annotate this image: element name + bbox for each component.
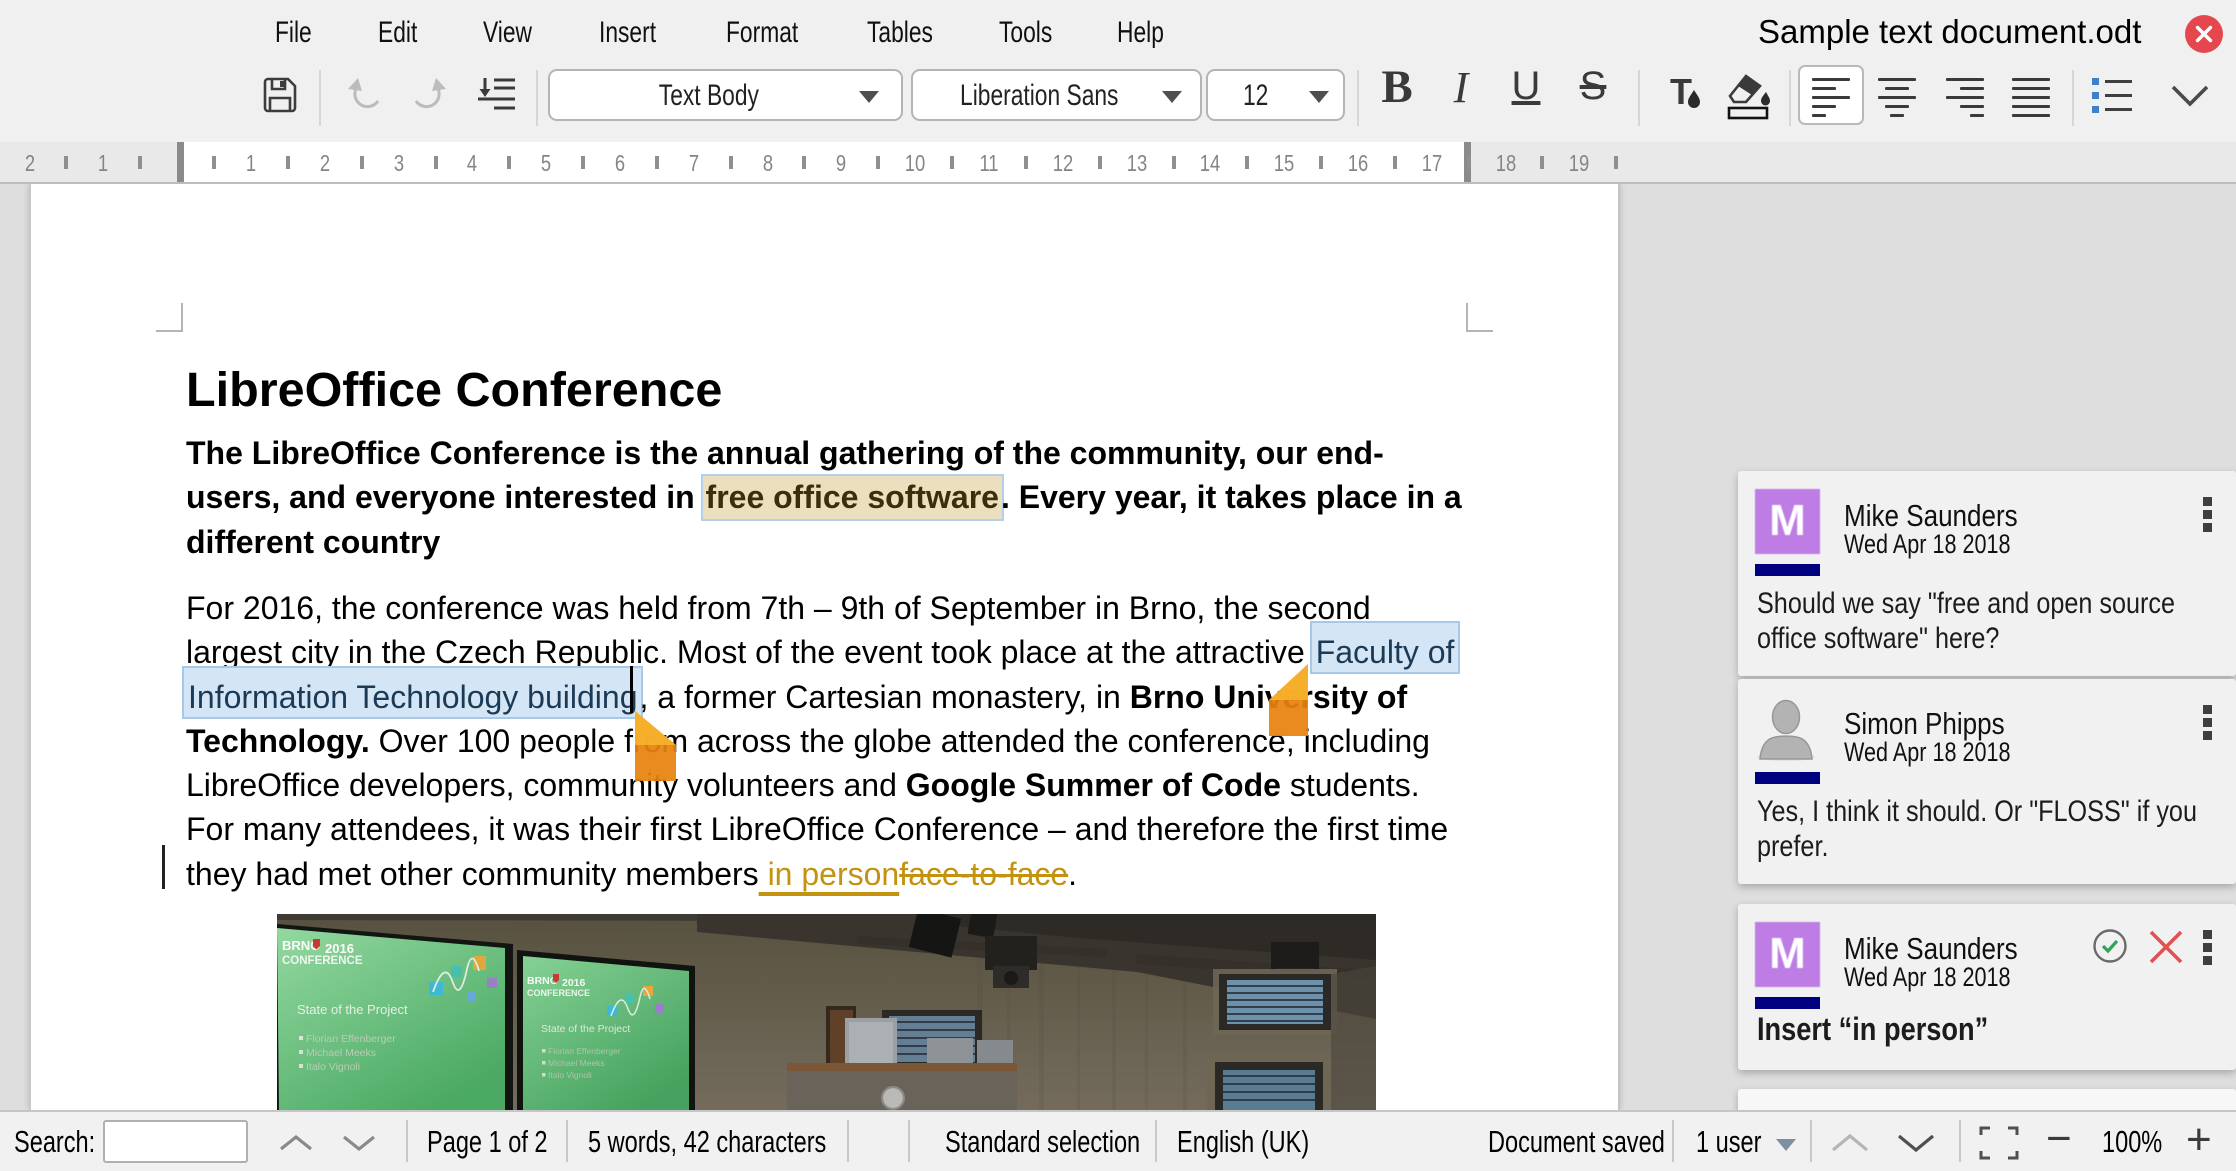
svg-text:Florian Effenberger: Florian Effenberger [548,1046,621,1056]
svg-text:Michael Meeks: Michael Meeks [548,1058,605,1068]
svg-text:State of the Project: State of the Project [297,1002,408,1017]
svg-text:State of the Project: State of the Project [541,1023,630,1035]
svg-text:2016: 2016 [325,941,354,956]
svg-text:T: T [1670,74,1692,112]
svg-text:Florian Effenberger: Florian Effenberger [306,1033,396,1045]
svg-text:Italo Vignoli: Italo Vignoli [548,1070,592,1080]
svg-text:Italo Vignoli: Italo Vignoli [306,1061,360,1073]
svg-text:CONFERENCE: CONFERENCE [282,955,363,967]
svg-text:CONFERENCE: CONFERENCE [527,988,590,998]
svg-text:Michael Meeks: Michael Meeks [306,1047,376,1059]
